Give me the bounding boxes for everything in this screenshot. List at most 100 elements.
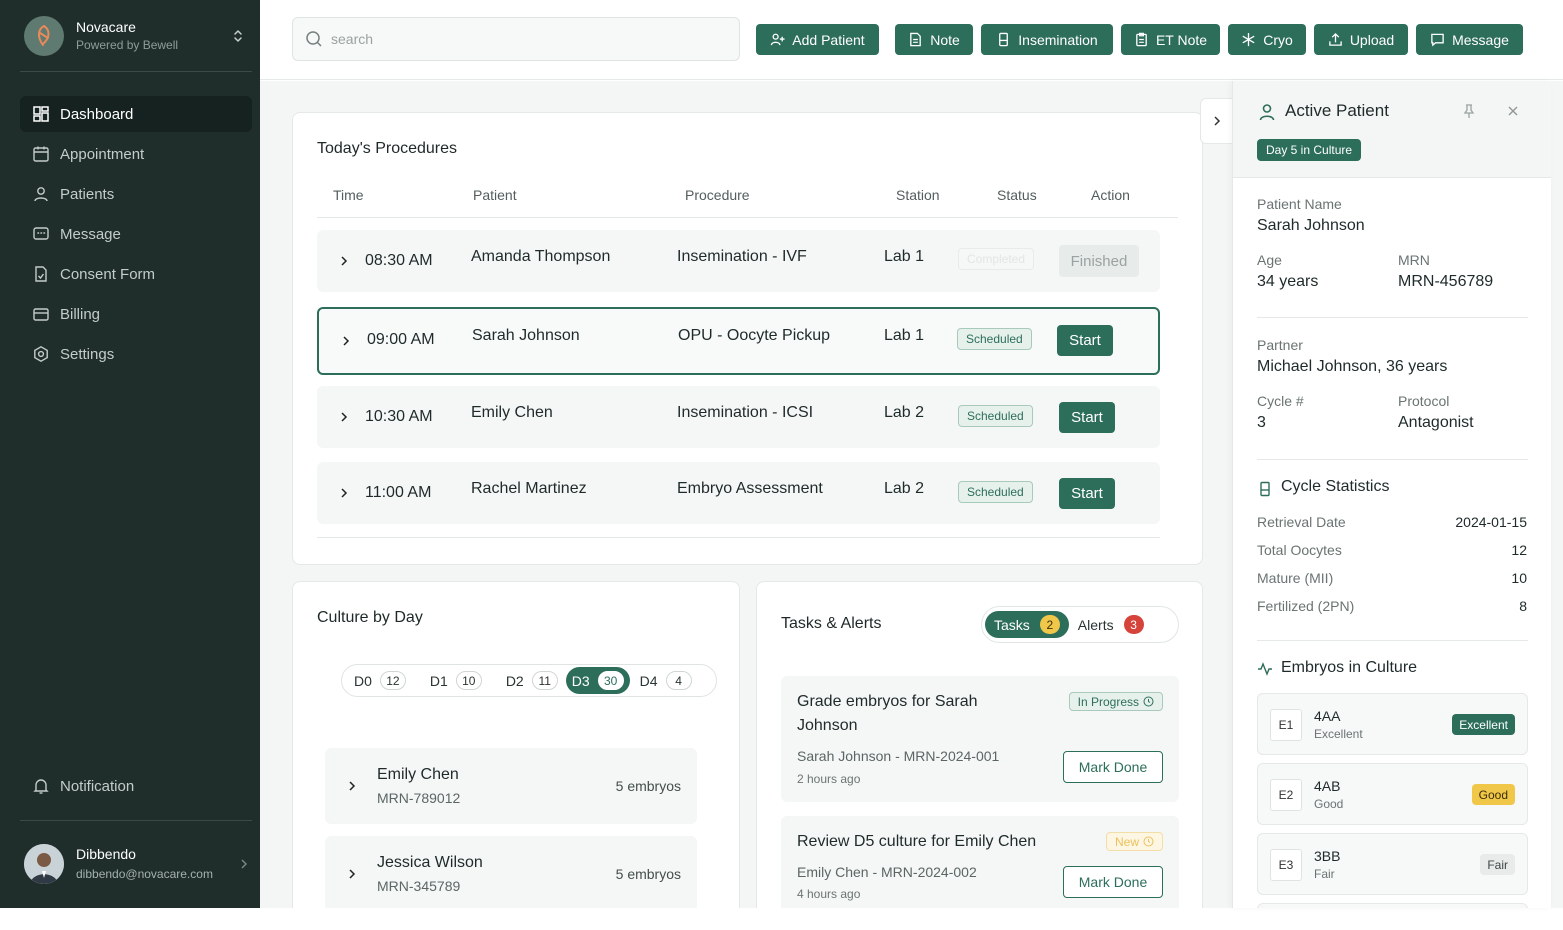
user-name: Dibbendo — [76, 846, 136, 862]
culture-patient-name: Emily Chen — [377, 766, 459, 783]
add-patient-button[interactable]: Add Patient — [756, 24, 879, 55]
card-title: Tasks & Alerts — [781, 615, 882, 632]
table-row-selected[interactable]: 09:00 AM Sarah Johnson OPU - Oocyte Pick… — [317, 307, 1160, 375]
table-row[interactable]: 10:30 AM Emily Chen Insemination - ICSI … — [317, 386, 1160, 448]
day-tab-d4[interactable]: D4 4 — [634, 667, 698, 694]
age-label: Age — [1257, 252, 1282, 268]
stat-label: Fertilized (2PN) — [1257, 598, 1355, 614]
close-icon[interactable] — [1505, 103, 1521, 119]
sidebar-item-dashboard[interactable]: Dashboard — [20, 96, 252, 132]
bell-icon — [32, 777, 60, 795]
clipboard-icon — [1134, 32, 1149, 47]
day-tab-d0[interactable]: D0 12 — [348, 667, 412, 694]
user-plus-icon — [770, 32, 785, 47]
cryo-button[interactable]: Cryo — [1228, 24, 1306, 55]
day-label: D4 — [639, 672, 658, 689]
status-label: New — [1114, 834, 1139, 849]
et-note-button[interactable]: ET Note — [1121, 24, 1220, 55]
day-tab-d1[interactable]: D1 10 — [424, 667, 488, 694]
chevron-up-down-icon[interactable] — [228, 26, 248, 46]
upload-button[interactable]: Upload — [1314, 24, 1408, 55]
start-button[interactable]: Start — [1057, 325, 1113, 356]
message-button[interactable]: Message — [1416, 24, 1523, 55]
pin-icon[interactable] — [1461, 103, 1477, 119]
mark-done-button[interactable]: Mark Done — [1063, 751, 1163, 783]
start-button[interactable]: Start — [1059, 478, 1115, 509]
task-timestamp: 4 hours ago — [797, 887, 861, 901]
quality-badge: Fair — [1480, 854, 1515, 875]
sidebar-item-appointment[interactable]: Appointment — [20, 136, 252, 172]
sidebar-item-notification[interactable]: Notification — [20, 768, 252, 804]
task-item: Grade embryos for Sarah Johnson In Progr… — [781, 676, 1179, 802]
tab-alerts[interactable]: Alerts 3 — [1069, 611, 1153, 638]
embryo-card[interactable]: E2 4AB Good Good — [1257, 763, 1528, 825]
procedure-name: Insemination - ICSI — [677, 404, 814, 421]
snowflake-icon — [1241, 32, 1256, 47]
settings-icon — [32, 345, 60, 363]
table-row[interactable]: 11:00 AM Rachel Martinez Embryo Assessme… — [317, 462, 1160, 524]
header-divider — [317, 217, 1178, 218]
procedure-patient: Rachel Martinez — [471, 480, 587, 497]
note-icon — [908, 32, 923, 47]
cycle-value: 3 — [1257, 414, 1266, 431]
sidebar-item-message[interactable]: Message — [20, 216, 252, 252]
day-tab-d2[interactable]: D2 11 — [500, 667, 564, 694]
procedure-patient: Sarah Johnson — [472, 327, 580, 344]
tab-tasks[interactable]: Tasks 2 — [985, 611, 1069, 638]
status-badge: Scheduled — [958, 481, 1033, 503]
column-header-action: Action — [1091, 187, 1130, 203]
culture-day-tabs: D0 12 D1 10 D2 11 D3 30 D4 4 — [341, 664, 717, 697]
chevron-right-icon[interactable] — [339, 334, 353, 348]
chevron-right-icon[interactable] — [337, 254, 351, 268]
avatar — [24, 844, 64, 884]
embryos-title: Embryos in Culture — [1281, 659, 1418, 676]
embryo-card[interactable]: E1 4AA Excellent Excellent — [1257, 693, 1528, 755]
chevron-right-icon[interactable] — [345, 779, 359, 793]
sidebar-item-patients[interactable]: Patients — [20, 176, 252, 212]
status-label: In Progress — [1077, 694, 1139, 709]
procedure-name: Embryo Assessment — [677, 480, 823, 497]
search-box[interactable] — [292, 17, 740, 61]
chevron-right-icon[interactable] — [337, 410, 351, 424]
message-icon — [32, 225, 60, 243]
calendar-icon — [32, 145, 60, 163]
note-label: Note — [930, 31, 960, 48]
user-menu[interactable]: Dibbendo dibbendo@novacare.com — [24, 842, 250, 886]
sidebar-item-label: Settings — [60, 345, 115, 363]
note-button[interactable]: Note — [895, 24, 973, 55]
procedure-name: Insemination - IVF — [677, 248, 807, 265]
table-bottom-divider — [317, 537, 1160, 538]
procedure-patient: Emily Chen — [471, 404, 553, 421]
mrn-label: MRN — [1398, 252, 1430, 268]
embryo-card[interactable] — [1257, 903, 1528, 908]
table-row[interactable]: 08:30 AM Amanda Thompson Insemination - … — [317, 230, 1160, 292]
procedure-name: OPU - Oocyte Pickup — [678, 327, 831, 344]
panel-collapse-button[interactable] — [1200, 98, 1232, 144]
task-timestamp: 2 hours ago — [797, 772, 861, 786]
search-input[interactable] — [331, 31, 711, 47]
sidebar-item-settings[interactable]: Settings — [20, 336, 252, 372]
sidebar-item-billing[interactable]: Billing — [20, 296, 252, 332]
chevron-right-icon[interactable] — [345, 867, 359, 881]
task-title: Grade embryos for Sarah Johnson — [797, 693, 978, 734]
tasks-alerts-card: Tasks & Alerts Tasks 2 Alerts 3 Grade embr… — [756, 581, 1203, 908]
mark-done-button[interactable]: Mark Done — [1063, 866, 1163, 898]
culture-patient-row[interactable]: Jessica Wilson MRN-345789 5 embryos — [325, 836, 697, 908]
user-icon — [32, 185, 60, 203]
culture-patient-row[interactable]: Emily Chen MRN-789012 5 embryos — [325, 748, 697, 824]
status-badge: In Progress — [1068, 692, 1163, 711]
embryo-card[interactable]: E3 3BB Fair Fair — [1257, 833, 1528, 895]
panel-divider — [1257, 317, 1528, 318]
sidebar-item-consent-form[interactable]: Consent Form — [20, 256, 252, 292]
add-patient-label: Add Patient — [792, 31, 865, 48]
day-tab-d3[interactable]: D3 30 — [565, 667, 630, 694]
chevron-right-icon[interactable] — [337, 486, 351, 500]
insemination-button[interactable]: Insemination — [981, 24, 1113, 55]
brand-switcher[interactable]: Novacare Powered by Bewell — [24, 16, 248, 56]
column-header-time: Time — [333, 187, 364, 203]
panel-header: Active Patient Day 5 in Culture — [1233, 81, 1551, 178]
panel-divider — [1257, 459, 1528, 460]
upload-label: Upload — [1349, 31, 1395, 48]
brand-subtitle: Powered by Bewell — [76, 38, 179, 52]
start-button[interactable]: Start — [1059, 402, 1115, 433]
